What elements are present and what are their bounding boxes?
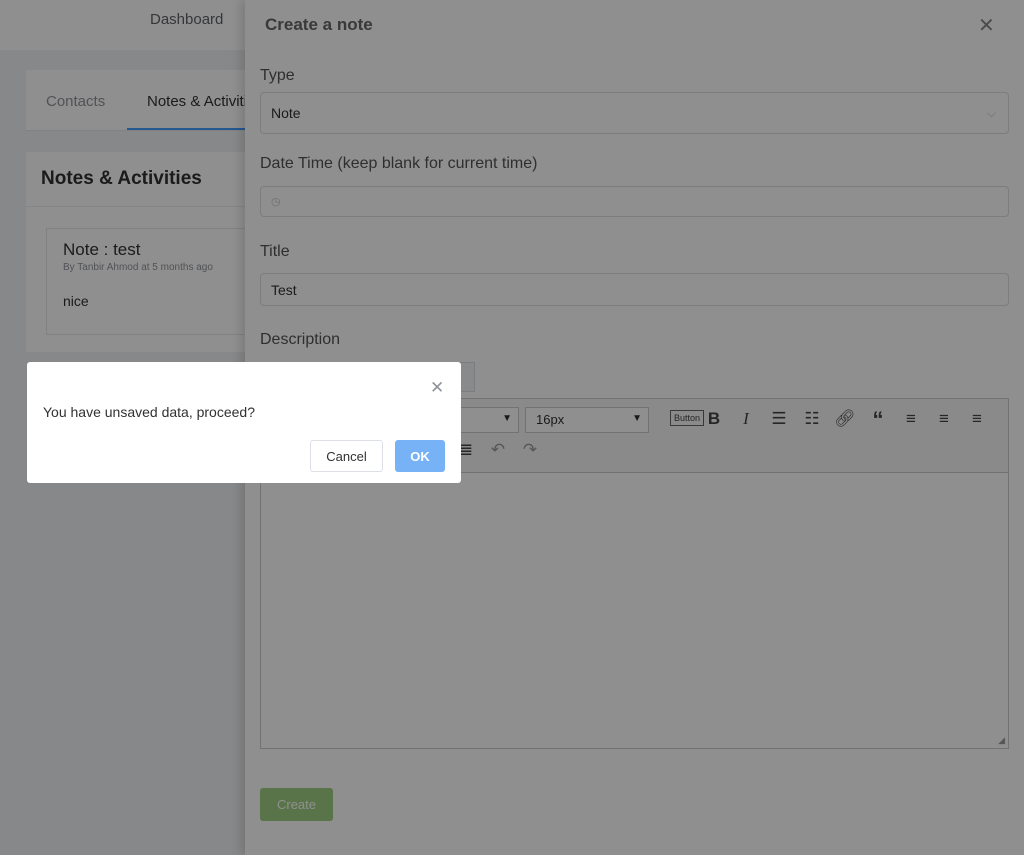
close-icon[interactable]: ✕ — [430, 378, 444, 398]
dialog-message: You have unsaved data, proceed? — [43, 404, 255, 420]
ok-button[interactable]: OK — [395, 440, 445, 472]
cancel-button[interactable]: Cancel — [310, 440, 383, 472]
confirm-dialog: ✕ You have unsaved data, proceed? Cancel… — [27, 362, 461, 483]
